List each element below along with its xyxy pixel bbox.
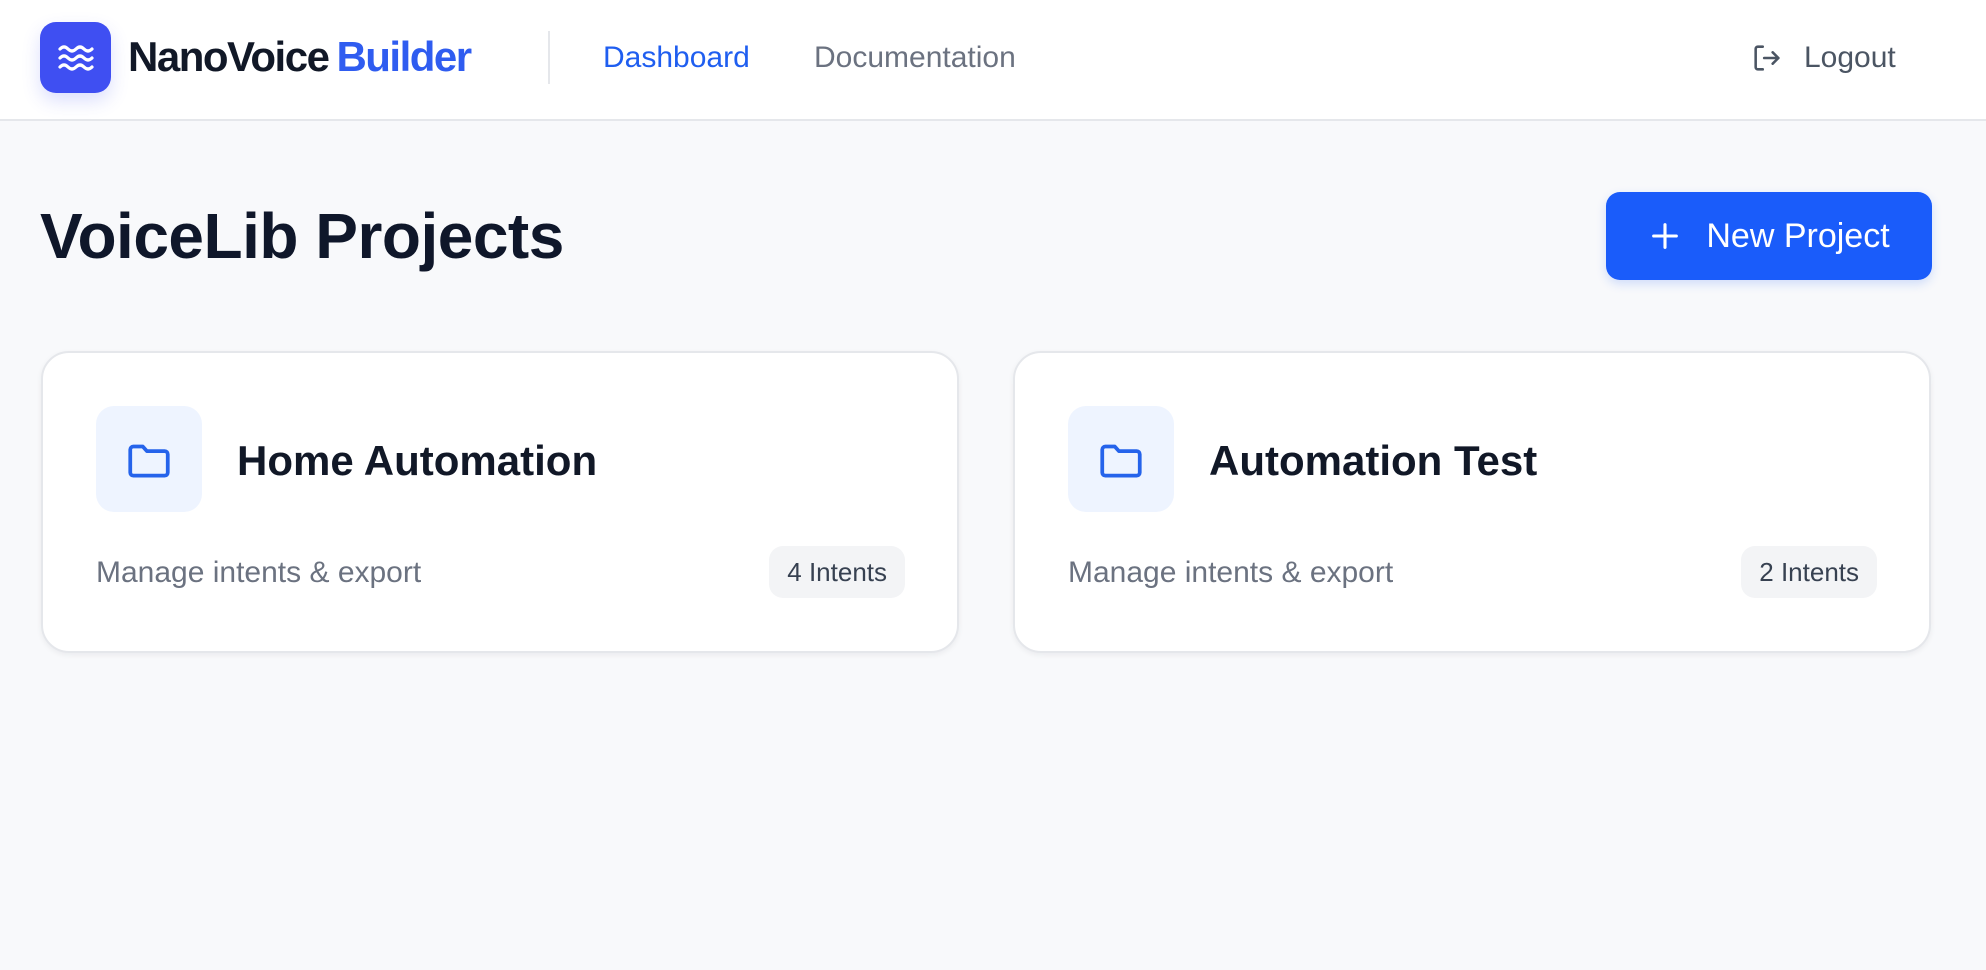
top-header: NanoVoice Builder Dashboard Documentation… [0, 0, 1986, 121]
intent-count-badge: 4 Intents [769, 546, 905, 598]
logout-button[interactable]: Logout [1750, 38, 1896, 78]
plus-icon [1652, 223, 1679, 249]
logo-badge[interactable] [40, 22, 111, 93]
page-title: VoiceLib Projects [40, 200, 564, 272]
logout-label: Logout [1804, 41, 1896, 74]
folder-icon [128, 444, 170, 478]
project-subtitle: Manage intents & export [96, 556, 422, 589]
new-project-button[interactable]: New Project [1606, 192, 1932, 280]
project-title: Home Automation [237, 437, 598, 484]
project-card-home-automation[interactable]: Home Automation Manage intents & export … [41, 351, 959, 653]
waves-icon [57, 44, 94, 71]
project-subtitle: Manage intents & export [1068, 556, 1394, 589]
nav-documentation[interactable]: Documentation [814, 38, 1016, 78]
project-icon-box [96, 406, 202, 512]
header-divider [548, 31, 550, 84]
folder-icon [1100, 444, 1142, 478]
new-project-label: New Project [1706, 217, 1890, 255]
logout-icon [1754, 45, 1780, 71]
nav-dashboard[interactable]: Dashboard [603, 38, 750, 78]
project-title: Automation Test [1209, 437, 1538, 484]
project-icon-box [1068, 406, 1174, 512]
brand-accent: Builder [336, 33, 472, 80]
brand-primary: NanoVoice [128, 33, 330, 80]
brand-name[interactable]: NanoVoice Builder [128, 32, 472, 82]
intent-count-badge: 2 Intents [1741, 546, 1877, 598]
project-card-automation-test[interactable]: Automation Test Manage intents & export … [1013, 351, 1931, 653]
